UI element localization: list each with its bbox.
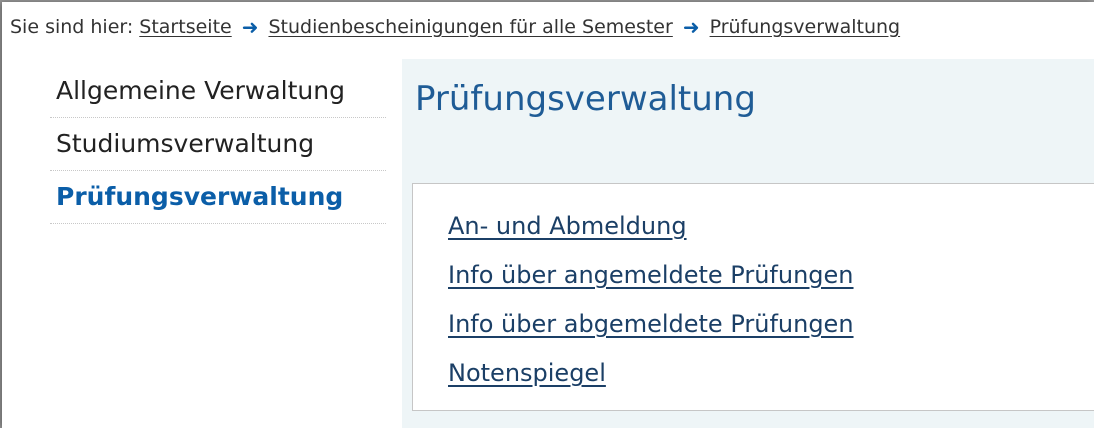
link-an-und-abmeldung[interactable]: An- und Abmeldung (448, 212, 687, 240)
breadcrumb-link-studienbescheinigungen[interactable]: Studienbescheinigungen für alle Semester (268, 16, 672, 38)
sidebar-item-allgemeine-verwaltung[interactable]: Allgemeine Verwaltung (50, 65, 386, 118)
link-info-angemeldete-pruefungen[interactable]: Info über angemeldete Prüfungen (448, 261, 854, 289)
list-item: Notenspiegel (448, 349, 1094, 398)
page-frame: Sie sind hier: Startseite ➜ Studienbesch… (2, 2, 1094, 428)
content-area: Prüfungsverwaltung An- und Abmeldung Inf… (402, 59, 1094, 428)
arrow-right-icon: ➜ (682, 15, 700, 39)
link-box: An- und Abmeldung Info über angemeldete … (412, 183, 1094, 411)
page-title: Prüfungsverwaltung (415, 79, 756, 119)
breadcrumb: Sie sind hier: Startseite ➜ Studienbesch… (10, 12, 900, 42)
sidebar-nav: Allgemeine Verwaltung Studiumsverwaltung… (50, 65, 386, 224)
link-notenspiegel[interactable]: Notenspiegel (448, 359, 606, 387)
sidebar-item-studiumsverwaltung[interactable]: Studiumsverwaltung (50, 118, 386, 171)
list-item: An- und Abmeldung (448, 202, 1094, 251)
link-list: An- und Abmeldung Info über angemeldete … (413, 184, 1094, 398)
list-item: Info über abgemeldete Prüfungen (448, 300, 1094, 349)
breadcrumb-link-pruefungsverwaltung[interactable]: Prüfungsverwaltung (710, 16, 901, 38)
sidebar-item-pruefungsverwaltung[interactable]: Prüfungsverwaltung (50, 171, 386, 224)
link-info-abgemeldete-pruefungen[interactable]: Info über abgemeldete Prüfungen (448, 310, 854, 338)
breadcrumb-prefix: Sie sind hier: (10, 16, 134, 38)
list-item: Info über angemeldete Prüfungen (448, 251, 1094, 300)
arrow-right-icon: ➜ (241, 15, 259, 39)
breadcrumb-link-startseite[interactable]: Startseite (139, 16, 231, 38)
